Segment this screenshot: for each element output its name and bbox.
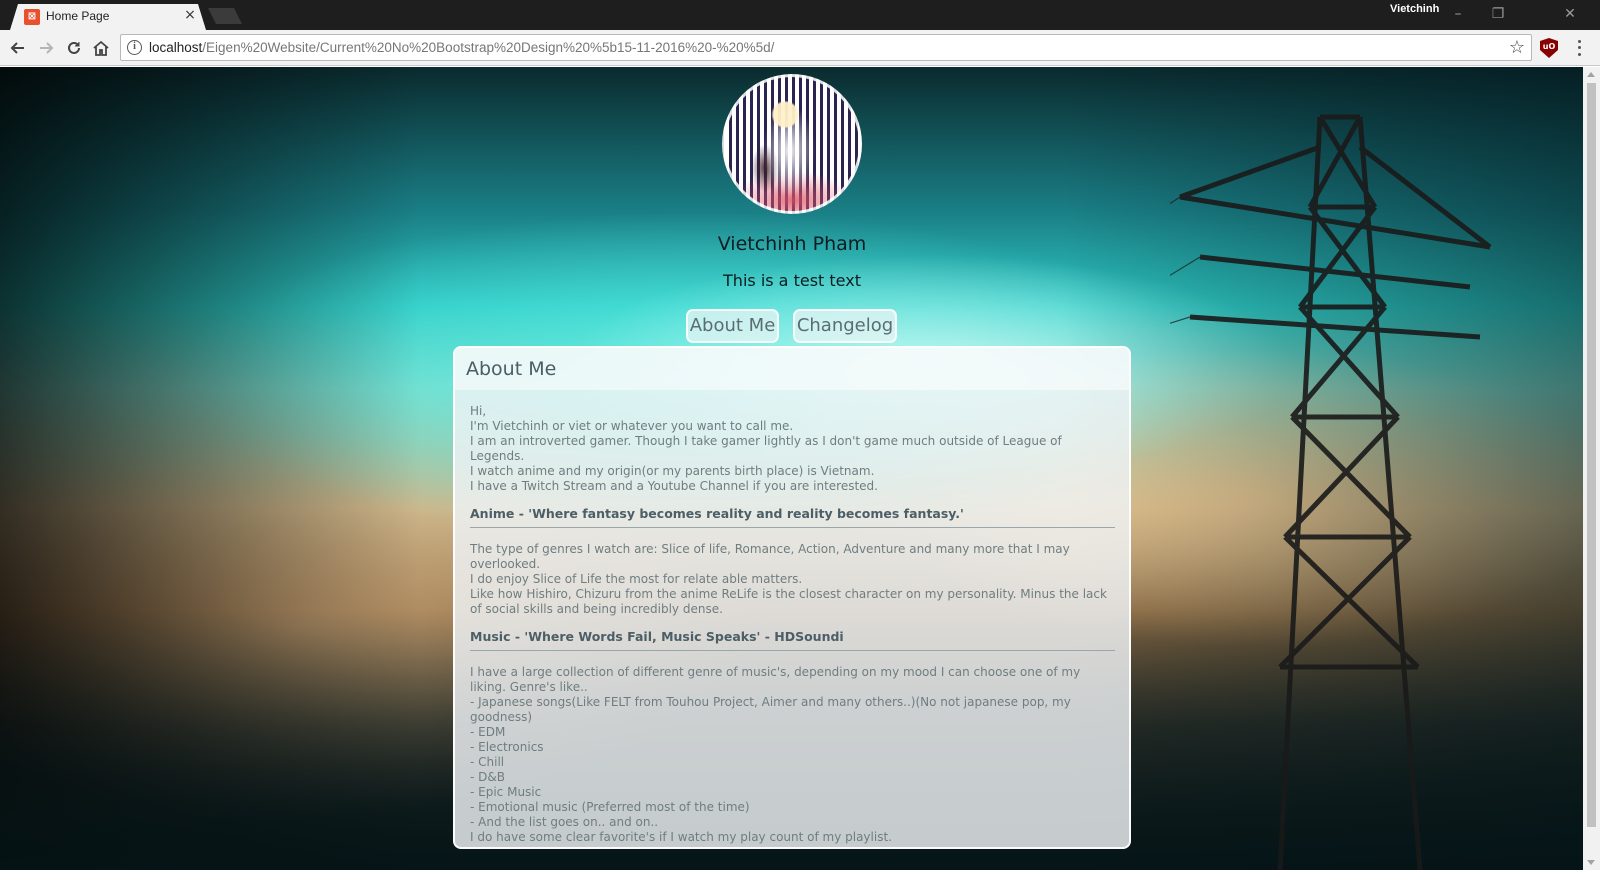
site-info-icon[interactable]: i <box>127 40 142 55</box>
intro-line: Hi, <box>470 404 487 418</box>
music-line: - EDM <box>470 725 506 739</box>
browser-tab-home-page[interactable]: ⊠ Home Page × <box>10 4 206 30</box>
minimize-icon[interactable]: – <box>1443 4 1473 24</box>
url-host: localhost <box>149 40 203 55</box>
intro-line: I have a Twitch Stream and a Youtube Cha… <box>470 479 878 493</box>
intro-line: I am an introverted gamer. Though I take… <box>470 434 1062 463</box>
profile-name: Vietchinh Pham <box>717 233 867 255</box>
music-line: - And the list goes on.. and on.. <box>470 815 659 829</box>
anime-line: The type of genres I watch are: Slice of… <box>470 542 1070 571</box>
scroll-thumb[interactable] <box>1587 83 1596 827</box>
anime-line: Like how Hishiro, Chizuru from the anime… <box>470 587 1107 616</box>
power-tower-silhouette <box>1170 114 1492 870</box>
panel-title: About Me <box>466 358 557 380</box>
music-line: I have a large collection of different g… <box>470 665 1081 694</box>
anime-line: I do enjoy Slice of Life the most for re… <box>470 572 803 586</box>
back-arrow-icon[interactable] <box>6 36 30 60</box>
reload-icon[interactable] <box>62 36 86 60</box>
close-window-icon[interactable]: ✕ <box>1555 4 1585 24</box>
tab-title: Home Page <box>46 9 110 23</box>
url-text: localhost/Eigen%20Website/Current%20No%2… <box>149 40 774 55</box>
profile-name-badge[interactable]: Vietchinh <box>1390 3 1439 15</box>
url-path: /Eigen%20Website/Current%20No%20Bootstra… <box>202 40 775 55</box>
music-section-heading: Music - 'Where Words Fail, Music Speaks'… <box>470 629 1115 651</box>
panel-body: Hi, I'm Vietchinh or viet or whatever yo… <box>470 404 1115 845</box>
music-line: - D&B <box>470 770 505 784</box>
intro-line: I watch anime and my origin(or my parent… <box>470 464 875 478</box>
xampp-favicon-icon: ⊠ <box>24 9 40 25</box>
page-scrollbar[interactable] <box>1583 67 1600 870</box>
avatar-artwork <box>725 77 859 211</box>
scroll-up-icon[interactable] <box>1587 72 1595 77</box>
changelog-button[interactable]: Changelog <box>793 309 897 343</box>
about-me-button[interactable]: About Me <box>686 309 779 343</box>
music-line: - Chill <box>470 755 505 769</box>
browser-titlebar: ⊠ Home Page × Vietchinh – ❐ ✕ <box>0 0 1600 30</box>
bookmark-star-icon[interactable]: ☆ <box>1509 37 1525 59</box>
music-line: - Japanese songs(Like FELT from Touhou P… <box>470 695 1071 724</box>
page-viewport: Vietchinh Pham This is a test text About… <box>0 67 1583 870</box>
music-line: - Emotional music (Preferred most of the… <box>470 800 750 814</box>
anime-section-heading: Anime - 'Where fantasy becomes reality a… <box>470 506 1115 528</box>
scroll-down-icon[interactable] <box>1587 860 1595 865</box>
panel-header: About Me <box>455 348 1129 390</box>
ublock-extension-icon[interactable]: uO <box>1540 38 1558 58</box>
address-bar[interactable]: i localhost/Eigen%20Website/Current%20No… <box>120 34 1532 61</box>
home-icon[interactable] <box>89 36 113 60</box>
profile-tagline: This is a test text <box>723 271 861 290</box>
music-line: I do have some clear favorite's if I wat… <box>470 830 892 844</box>
forward-arrow-icon[interactable] <box>34 36 58 60</box>
new-tab-button[interactable] <box>208 8 242 24</box>
about-me-panel: About Me Hi, I'm Vietchinh or viet or wh… <box>453 346 1131 849</box>
music-line: - Electronics <box>470 740 544 754</box>
tab-close-icon[interactable]: × <box>182 7 198 23</box>
browser-toolbar: i localhost/Eigen%20Website/Current%20No… <box>0 30 1600 66</box>
intro-line: I'm Vietchinh or viet or whatever you wa… <box>470 419 794 433</box>
avatar <box>722 74 862 214</box>
browser-menu-icon[interactable] <box>1572 38 1586 58</box>
music-line: - Epic Music <box>470 785 542 799</box>
restore-icon[interactable]: ❐ <box>1483 4 1513 24</box>
